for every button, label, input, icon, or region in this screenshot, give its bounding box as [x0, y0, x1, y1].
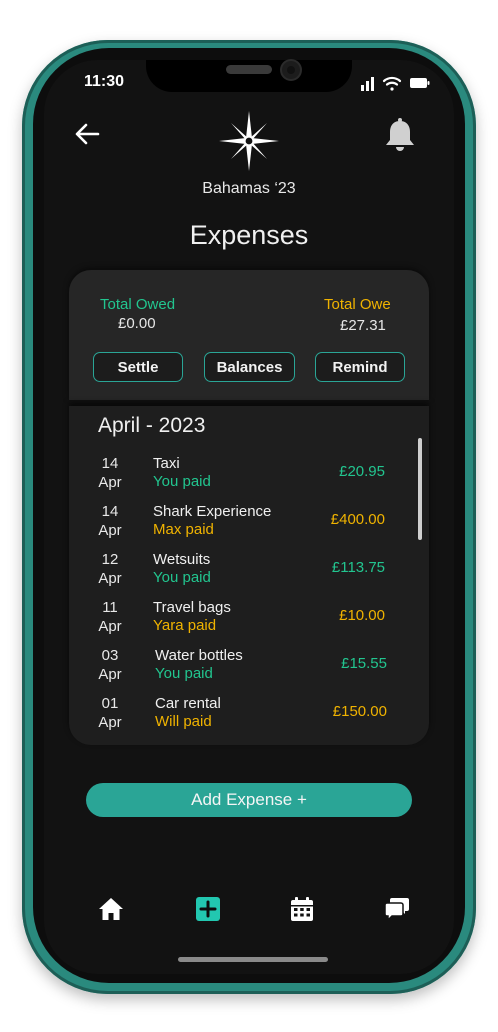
expense-description: Water bottles: [155, 647, 243, 664]
expense-month: Apr: [98, 618, 122, 635]
trip-name: Bahamas ‘23: [202, 180, 296, 197]
expense-amount: £150.00: [332, 703, 387, 720]
expense-day: 11: [102, 599, 118, 616]
front-camera: [282, 61, 300, 79]
page-title: Expenses: [189, 220, 309, 250]
signal-icon: [361, 77, 374, 91]
expense-month: Apr: [98, 570, 122, 587]
expense-amount: £113.75: [331, 559, 385, 576]
total-owe-value: £27.31: [340, 317, 386, 334]
add-square-icon[interactable]: [195, 896, 221, 922]
expense-description: Taxi: [153, 455, 180, 472]
expense-description: Travel bags: [153, 599, 231, 616]
expense-amount: £400.00: [330, 511, 385, 528]
status-time: 11:30: [84, 73, 125, 90]
expense-payer: You paid: [153, 569, 211, 586]
expense-amount: £15.55: [341, 655, 387, 672]
total-owed-label: Total Owed: [100, 296, 176, 313]
expense-payer: Will paid: [155, 713, 212, 730]
expense-payer: Max paid: [153, 521, 214, 538]
expense-amount: £10.00: [339, 607, 385, 624]
expense-day: 14: [101, 455, 119, 472]
expense-row[interactable]: 12 Apr Wetsuits You paid £113.75: [0, 551, 498, 599]
back-arrow-icon[interactable]: [74, 122, 100, 146]
status-icons: [361, 76, 430, 91]
expense-month: Apr: [98, 474, 122, 491]
chat-icon[interactable]: [384, 896, 410, 922]
expense-day: 01: [101, 695, 119, 712]
expense-description: Car rental: [155, 695, 221, 712]
expense-row[interactable]: 11 Apr Travel bags Yara paid £10.00: [0, 599, 498, 647]
calendar-icon[interactable]: [289, 896, 315, 922]
expense-month: Apr: [98, 522, 122, 539]
settle-button[interactable]: Settle: [93, 352, 183, 382]
remind-button[interactable]: Remind: [315, 352, 405, 382]
battery-icon: [410, 78, 430, 88]
expense-month: Apr: [98, 666, 122, 683]
home-indicator[interactable]: [178, 957, 328, 962]
speaker: [226, 65, 272, 74]
expense-description: Wetsuits: [153, 551, 211, 568]
expense-description: Shark Experience: [153, 503, 272, 520]
home-icon[interactable]: [98, 896, 124, 922]
compass-logo-icon: [219, 111, 279, 171]
expense-month: Apr: [98, 714, 122, 731]
expense-amount: £20.95: [339, 463, 385, 480]
expense-row[interactable]: 14 Apr Shark Experience Max paid £400.00: [0, 503, 498, 551]
expense-row[interactable]: 01 Apr Car rental Will paid £150.00: [0, 695, 498, 743]
expense-payer: You paid: [153, 473, 211, 490]
expense-payer: You paid: [155, 665, 213, 682]
bell-icon[interactable]: [384, 118, 416, 154]
expense-day: 12: [101, 551, 119, 568]
total-owed-value: £0.00: [118, 315, 156, 332]
month-heading: April - 2023: [98, 414, 206, 437]
total-owe-label: Total Owe: [324, 296, 391, 313]
expense-row[interactable]: 14 Apr Taxi You paid £20.95: [0, 455, 498, 503]
wifi-icon: [382, 76, 402, 91]
balances-button[interactable]: Balances: [204, 352, 295, 382]
expense-day: 14: [101, 503, 119, 520]
expense-payer: Yara paid: [153, 617, 217, 634]
add-expense-button[interactable]: Add Expense +: [86, 783, 412, 817]
expense-day: 03: [101, 647, 119, 664]
expense-row[interactable]: 03 Apr Water bottles You paid £15.55: [0, 647, 498, 695]
